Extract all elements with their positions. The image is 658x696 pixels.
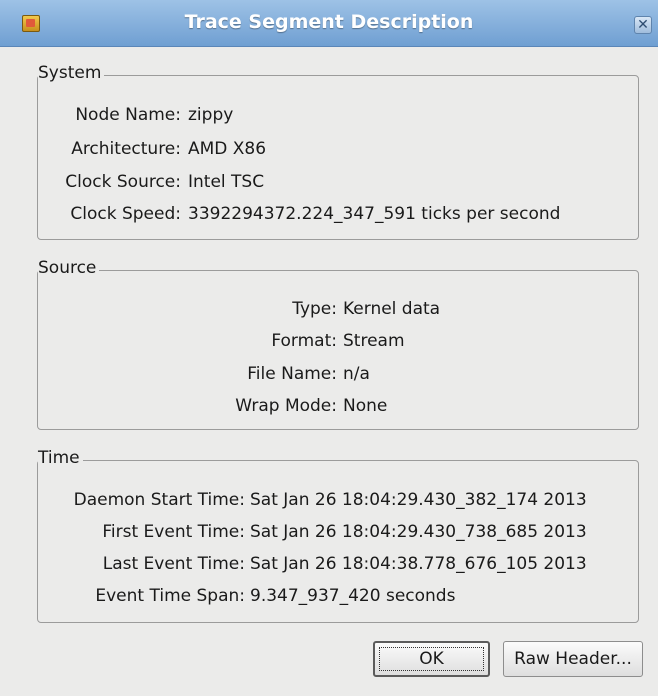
source-group: Source: [37, 258, 639, 430]
node-name-value: zippy: [188, 105, 234, 125]
architecture-value: AMD X86: [188, 139, 267, 159]
format-label: Format:: [271, 331, 337, 351]
type-value: Kernel data: [343, 299, 441, 319]
raw-header-button-label: Raw Header...: [514, 649, 632, 669]
first-event-time-value: Sat Jan 26 18:04:29.430_738_685 2013: [250, 522, 587, 542]
clock-source-label: Clock Source:: [65, 172, 181, 192]
node-name-label: Node Name:: [75, 105, 181, 125]
last-event-time-label: Last Event Time:: [102, 554, 245, 574]
file-name-label: File Name:: [247, 364, 337, 384]
source-group-title: Source: [38, 258, 100, 278]
format-value: Stream: [343, 331, 405, 351]
system-group-title: System: [38, 63, 105, 83]
daemon-start-time-label: Daemon Start Time:: [73, 490, 245, 510]
window-title: Trace Segment Description: [184, 11, 474, 33]
title-bar[interactable]: Trace Segment Description ✕: [0, 0, 658, 47]
clock-source-value: Intel TSC: [188, 172, 265, 192]
type-label: Type:: [292, 299, 337, 319]
trace-segment-dialog: Trace Segment Description ✕ System Node …: [0, 0, 658, 696]
raw-header-button[interactable]: Raw Header...: [503, 641, 643, 677]
close-icon[interactable]: ✕: [634, 16, 652, 34]
first-event-time-label: First Event Time:: [102, 522, 245, 542]
last-event-time-value: Sat Jan 26 18:04:38.778_676_105 2013: [250, 554, 587, 574]
time-group-title: Time: [38, 448, 83, 468]
clock-speed-value: 3392294372.224_347_591 ticks per second: [188, 204, 561, 224]
event-time-span-label: Event Time Span:: [95, 586, 245, 606]
file-name-value: n/a: [343, 364, 370, 384]
ok-button-label: OK: [419, 649, 444, 669]
wrap-mode-value: None: [343, 396, 388, 416]
event-time-span-value: 9.347_937_420 seconds: [250, 586, 456, 606]
ok-button[interactable]: OK: [373, 641, 490, 677]
architecture-label: Architecture:: [71, 139, 181, 159]
daemon-start-time-value: Sat Jan 26 18:04:29.430_382_174 2013: [250, 490, 587, 510]
clock-speed-label: Clock Speed:: [70, 204, 181, 224]
wrap-mode-label: Wrap Mode:: [235, 396, 337, 416]
